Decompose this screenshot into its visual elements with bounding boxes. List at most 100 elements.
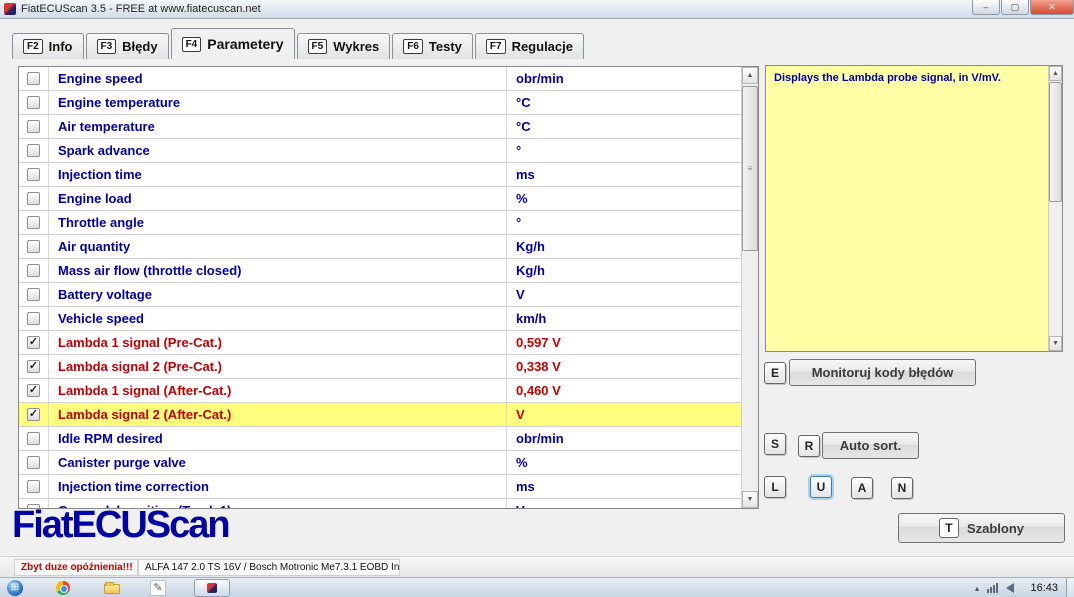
row-checkbox[interactable] <box>27 264 40 277</box>
key-e[interactable]: E <box>764 362 786 384</box>
tab-regulacje[interactable]: F7 Regulacje <box>475 33 584 59</box>
row-checkbox[interactable] <box>27 240 40 253</box>
tab-info[interactable]: F2 Info <box>12 33 84 59</box>
table-row[interactable]: Spark advance ° <box>19 139 741 163</box>
tab-bar: F2 Info F3 Błędy F4 Parametery F5 Wykres… <box>12 28 584 59</box>
checkbox-cell: ✓ <box>19 355 49 378</box>
scroll-down-icon[interactable]: ▼ <box>742 491 758 508</box>
window-controls: – ▢ ✕ <box>971 0 1074 15</box>
table-row[interactable]: Engine temperature °C <box>19 91 741 115</box>
start-button-icon[interactable]: ⊞ <box>7 580 23 596</box>
folder-icon[interactable] <box>104 584 120 594</box>
key-l[interactable]: L <box>764 476 786 498</box>
key-u[interactable]: U <box>810 476 832 498</box>
status-warning: Zbyt duze opóźnienia!!! <box>14 559 138 576</box>
help-panel: Displays the Lambda probe signal, in V/m… <box>765 65 1063 352</box>
help-text: Displays the Lambda probe signal, in V/m… <box>774 72 1040 84</box>
checkbox-cell: ✓ <box>19 379 49 402</box>
parameter-name: Vehicle speed <box>49 307 506 330</box>
fkey-badge: F3 <box>97 39 117 54</box>
key-a[interactable]: A <box>851 477 873 499</box>
row-checkbox[interactable] <box>27 120 40 133</box>
auto-sort-button[interactable]: Auto sort. <box>822 432 919 459</box>
table-row[interactable]: Throttle angle ° <box>19 211 741 235</box>
tray-expand-icon[interactable]: ▴ <box>975 584 979 593</box>
table-row[interactable]: ✓ Lambda 1 signal (Pre-Cat.) 0,597 V <box>19 331 741 355</box>
parameter-value: V <box>506 499 741 509</box>
pen-app-icon[interactable]: ✎ <box>150 580 166 596</box>
parameter-value: V <box>506 283 741 306</box>
parameter-value: % <box>506 187 741 210</box>
row-checkbox[interactable] <box>27 192 40 205</box>
table-row[interactable]: Injection time correction ms <box>19 475 741 499</box>
row-checkbox[interactable]: ✓ <box>27 360 40 373</box>
maximize-button[interactable]: ▢ <box>1001 0 1029 15</box>
table-row[interactable]: Engine speed obr/min <box>19 67 741 91</box>
row-checkbox[interactable] <box>27 72 40 85</box>
table-row[interactable]: Engine load % <box>19 187 741 211</box>
key-s[interactable]: S <box>764 433 786 455</box>
chrome-icon[interactable] <box>56 581 70 595</box>
volume-icon[interactable] <box>1006 583 1014 593</box>
scroll-down-icon[interactable]: ▼ <box>1049 336 1062 351</box>
scroll-up-icon[interactable]: ▲ <box>1049 66 1062 81</box>
scrollbar-thumb[interactable]: ≡ <box>742 86 758 251</box>
table-scrollbar[interactable]: ▲ ≡ ▼ <box>741 67 758 508</box>
tab-parametery[interactable]: F4 Parametery <box>171 28 295 59</box>
row-checkbox[interactable] <box>27 96 40 109</box>
taskbar-app-button[interactable] <box>194 579 230 597</box>
key-n[interactable]: N <box>891 477 913 499</box>
row-checkbox[interactable] <box>27 432 40 445</box>
show-desktop-button[interactable] <box>1066 578 1074 597</box>
row-checkbox[interactable]: ✓ <box>27 384 40 397</box>
row-checkbox[interactable] <box>27 144 40 157</box>
row-checkbox[interactable] <box>27 288 40 301</box>
row-checkbox[interactable] <box>27 456 40 469</box>
parameter-value: V <box>506 403 741 426</box>
table-row[interactable]: ✓ Lambda signal 2 (After-Cat.) V <box>19 403 741 427</box>
checkbox-cell <box>19 211 49 234</box>
help-scrollbar[interactable]: ▲ ▼ <box>1048 66 1062 351</box>
monitor-errors-button[interactable]: Monitoruj kody błędów <box>789 359 976 386</box>
table-row[interactable]: Injection time ms <box>19 163 741 187</box>
fkey-badge: F4 <box>182 37 202 52</box>
table-row[interactable]: ✓ Lambda 1 signal (After-Cat.) 0,460 V <box>19 379 741 403</box>
parameter-table: Engine speed obr/min Engine temperature … <box>18 66 759 509</box>
app-icon <box>207 583 217 593</box>
table-row[interactable]: Battery voltage V <box>19 283 741 307</box>
close-button[interactable]: ✕ <box>1030 0 1074 15</box>
taskbar-clock[interactable]: 16:43 <box>1030 582 1058 594</box>
scrollbar-thumb[interactable] <box>1049 82 1062 202</box>
row-checkbox[interactable] <box>27 168 40 181</box>
table-row[interactable]: Air temperature °C <box>19 115 741 139</box>
table-row[interactable]: Idle RPM desired obr/min <box>19 427 741 451</box>
checkbox-cell <box>19 163 49 186</box>
checkbox-cell: ✓ <box>19 331 49 354</box>
minimize-button[interactable]: – <box>972 0 1000 15</box>
tab-label: Wykres <box>333 39 379 54</box>
status-vehicle-info: ALFA 147 2.0 TS 16V / Bosch Motronic Me7… <box>138 559 400 576</box>
tab-testy[interactable]: F6 Testy <box>392 33 473 59</box>
checkbox-cell <box>19 475 49 498</box>
row-checkbox[interactable]: ✓ <box>27 408 40 421</box>
table-row[interactable]: ✓ Lambda signal 2 (Pre-Cat.) 0,338 V <box>19 355 741 379</box>
parameter-value: obr/min <box>506 427 741 450</box>
parameter-value: °C <box>506 91 741 114</box>
parameter-name: Air temperature <box>49 115 506 138</box>
parameter-name: Injection time correction <box>49 475 506 498</box>
tab-wykres[interactable]: F5 Wykres <box>297 33 391 59</box>
row-checkbox[interactable] <box>27 312 40 325</box>
network-icon[interactable] <box>987 583 998 593</box>
row-checkbox[interactable] <box>27 480 40 493</box>
row-checkbox[interactable] <box>27 216 40 229</box>
parameter-value: ° <box>506 139 741 162</box>
table-row[interactable]: Canister purge valve % <box>19 451 741 475</box>
templates-button[interactable]: T Szablony <box>898 513 1065 543</box>
scroll-up-icon[interactable]: ▲ <box>742 67 758 84</box>
key-r[interactable]: R <box>798 435 820 457</box>
row-checkbox[interactable]: ✓ <box>27 336 40 349</box>
table-row[interactable]: Mass air flow (throttle closed) Kg/h <box>19 259 741 283</box>
tab-błędy[interactable]: F3 Błędy <box>86 33 169 59</box>
table-row[interactable]: Vehicle speed km/h <box>19 307 741 331</box>
table-row[interactable]: Air quantity Kg/h <box>19 235 741 259</box>
